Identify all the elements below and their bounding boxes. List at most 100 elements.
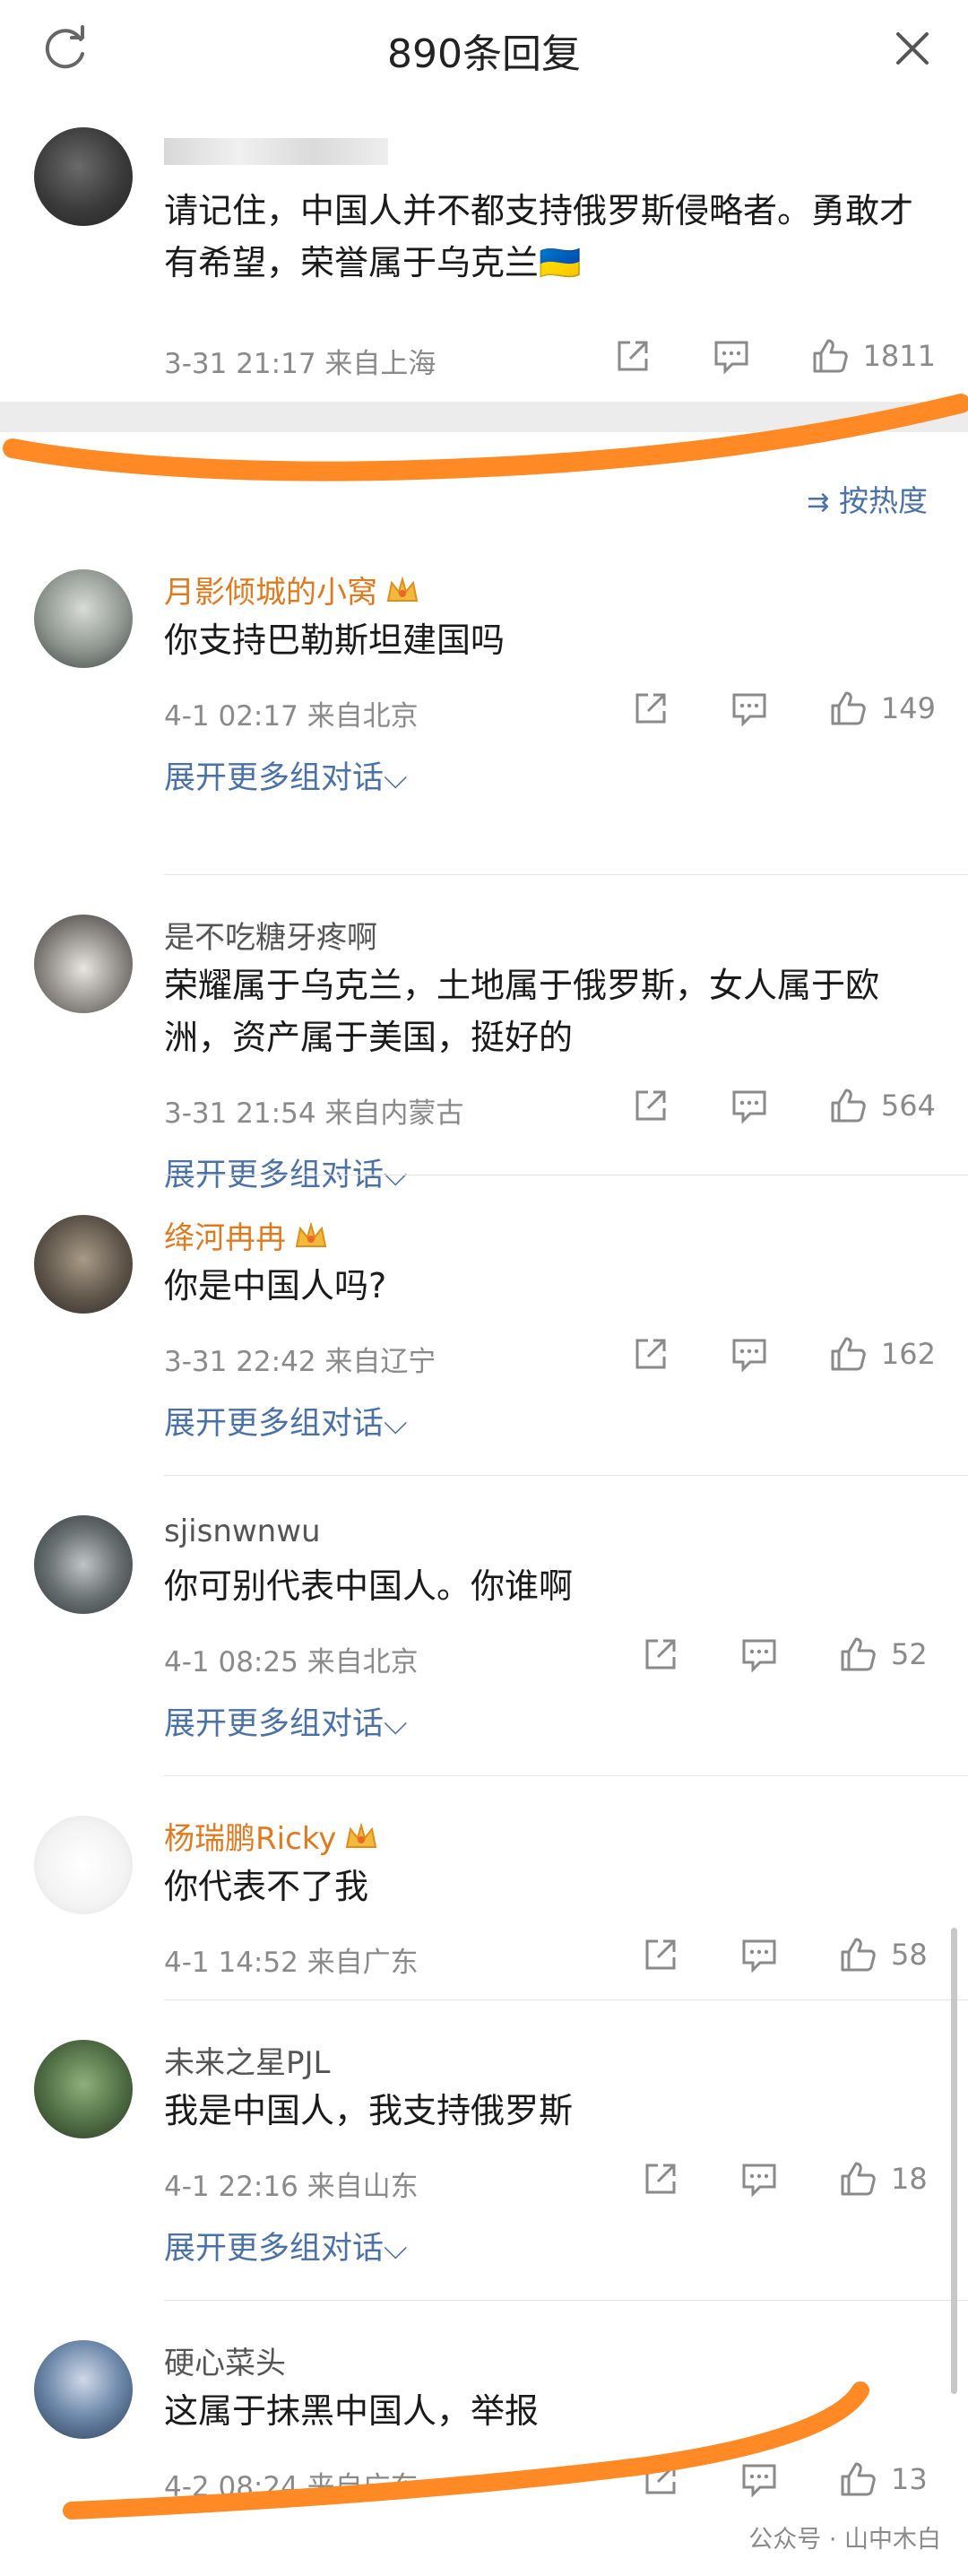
username-text: 月影倾城的小窝 bbox=[164, 575, 377, 611]
avatar[interactable] bbox=[34, 1215, 133, 1314]
share-icon[interactable] bbox=[630, 1333, 671, 1375]
comment-actions: 1811 bbox=[555, 335, 936, 377]
like-count: 1811 bbox=[862, 339, 936, 373]
reply-actions: 18 bbox=[583, 2158, 936, 2199]
like-count: 149 bbox=[880, 691, 936, 725]
reply-separator bbox=[164, 874, 968, 875]
reply-meta: 4-1 02:17 来自北京 bbox=[164, 700, 419, 733]
like-icon[interactable] bbox=[827, 1333, 869, 1375]
reply-separator bbox=[164, 1999, 968, 2000]
scrollbar[interactable] bbox=[951, 1928, 957, 2394]
section-divider bbox=[0, 402, 968, 432]
like-count: 52 bbox=[891, 1637, 928, 1671]
reply-meta: 3-31 21:54 来自内蒙古 bbox=[164, 1097, 464, 1130]
like-icon[interactable] bbox=[827, 688, 869, 729]
share-icon[interactable] bbox=[640, 1634, 681, 1675]
expand-more-link[interactable]: 展开更多组对话⌵ bbox=[164, 1698, 408, 1744]
comment-meta: 3-31 21:17 来自上海 bbox=[164, 348, 436, 380]
sort-icon: ⇉ bbox=[807, 487, 830, 518]
avatar[interactable] bbox=[34, 127, 133, 226]
reply-actions: 58 bbox=[583, 1934, 936, 1975]
share-icon[interactable] bbox=[640, 2459, 681, 2500]
reply-actions: 564 bbox=[573, 1085, 936, 1126]
comment-icon[interactable] bbox=[729, 1333, 770, 1375]
like-icon[interactable] bbox=[837, 2158, 878, 2199]
like-count: 58 bbox=[891, 1938, 928, 1972]
vip-crown-icon bbox=[295, 1221, 327, 1247]
reply-text: 这属于抹黑中国人，举报 bbox=[164, 2391, 540, 2431]
like-count: 162 bbox=[880, 1337, 936, 1371]
avatar[interactable] bbox=[34, 915, 133, 1013]
vip-crown-icon bbox=[346, 1822, 377, 1848]
sort-by-heat-button[interactable]: ⇉ 按热度 bbox=[807, 477, 928, 520]
like-icon[interactable] bbox=[809, 335, 851, 377]
reply-meta: 4-1 14:52 来自广东 bbox=[164, 1947, 419, 1979]
watermark: 公众号 · 山中木白 bbox=[748, 2526, 941, 2554]
reply-actions: 149 bbox=[573, 688, 936, 729]
comment-icon[interactable] bbox=[739, 1934, 780, 1975]
reply-username[interactable]: 月影倾城的小窝 bbox=[164, 568, 420, 611]
reply-username[interactable]: 杨瑞鹏Ricky bbox=[164, 1814, 379, 1858]
sort-label: 按热度 bbox=[839, 483, 928, 518]
comment-icon[interactable] bbox=[739, 1634, 780, 1675]
expand-more-link[interactable]: 展开更多组对话⌵ bbox=[164, 752, 408, 798]
like-icon[interactable] bbox=[827, 1085, 869, 1126]
username-text: sjisnwnwu bbox=[164, 1514, 321, 1549]
reply-username[interactable]: 硬心菜头 bbox=[164, 2338, 286, 2382]
like-count: 564 bbox=[880, 1089, 936, 1123]
comment-icon[interactable] bbox=[739, 2158, 780, 2199]
username-text: 未来之星PJL bbox=[164, 2045, 331, 2081]
avatar[interactable] bbox=[34, 1515, 133, 1614]
like-icon[interactable] bbox=[837, 1634, 878, 1675]
reply-meta: 4-1 22:16 来自山东 bbox=[164, 2171, 419, 2203]
blurred-username bbox=[164, 138, 388, 165]
reply-username[interactable]: 绛河冉冉 bbox=[164, 1213, 329, 1257]
share-icon[interactable] bbox=[640, 2158, 681, 2199]
reply-actions: 13 bbox=[583, 2459, 936, 2500]
reply-meta: 3-31 22:42 来自辽宁 bbox=[164, 1346, 436, 1378]
like-count: 18 bbox=[891, 2162, 928, 2196]
reply-separator bbox=[164, 1475, 968, 1476]
comment-icon[interactable] bbox=[711, 335, 752, 377]
like-icon[interactable] bbox=[837, 1934, 878, 1975]
reply-actions: 162 bbox=[573, 1333, 936, 1375]
expand-more-link[interactable]: 展开更多组对话⌵ bbox=[164, 2223, 408, 2268]
comment-icon[interactable] bbox=[729, 688, 770, 729]
reply-meta: 4-1 08:25 来自北京 bbox=[164, 1646, 419, 1678]
username-text: 杨瑞鹏Ricky bbox=[164, 1821, 337, 1857]
share-icon[interactable] bbox=[630, 1085, 671, 1126]
reply-text: 你是中国人吗? bbox=[164, 1266, 387, 1305]
avatar[interactable] bbox=[34, 2340, 133, 2439]
like-count: 13 bbox=[891, 2462, 928, 2496]
reply-text: 你代表不了我 bbox=[164, 1867, 369, 1906]
username-text: 是不吃糖牙疼啊 bbox=[164, 920, 377, 956]
reply-separator bbox=[164, 1775, 968, 1776]
reply-meta: 4-2 08:24 来自广东 bbox=[164, 2471, 419, 2503]
reply-text: 我是中国人，我支持俄罗斯 bbox=[164, 2091, 574, 2130]
expand-more-link[interactable]: 展开更多组对话⌵ bbox=[164, 1398, 408, 1444]
comment-icon[interactable] bbox=[739, 2459, 780, 2500]
share-icon[interactable] bbox=[612, 335, 653, 377]
header: 890条回复 bbox=[0, 0, 968, 107]
share-icon[interactable] bbox=[630, 688, 671, 729]
vip-crown-icon bbox=[386, 576, 419, 602]
avatar[interactable] bbox=[34, 2040, 133, 2138]
reply-username[interactable]: 是不吃糖牙疼啊 bbox=[164, 913, 377, 957]
username-text: 硬心菜头 bbox=[164, 2346, 286, 2381]
avatar[interactable] bbox=[34, 569, 133, 668]
reply-separator bbox=[164, 2300, 968, 2301]
avatar[interactable] bbox=[34, 1816, 133, 1914]
like-icon[interactable] bbox=[837, 2459, 878, 2500]
username-text: 绛河冉冉 bbox=[164, 1220, 286, 1256]
reply-username[interactable]: 未来之星PJL bbox=[164, 2038, 330, 2082]
share-icon[interactable] bbox=[640, 1934, 681, 1975]
reply-username[interactable]: sjisnwnwu bbox=[164, 1514, 321, 1549]
reply-text: 你可别代表中国人。你谁啊 bbox=[164, 1566, 574, 1606]
close-icon[interactable] bbox=[891, 27, 934, 70]
expand-more-link[interactable]: 展开更多组对话⌵ bbox=[164, 1149, 408, 1195]
reply-actions: 52 bbox=[583, 1634, 936, 1675]
reply-text: 你支持巴勒斯坦建国吗 bbox=[164, 620, 506, 660]
comment-text: 请记住，中国人并不都支持俄罗斯侵略者。勇敢才有希望，荣誉属于乌克兰🇺🇦 bbox=[164, 191, 914, 282]
page-title: 890条回复 bbox=[387, 31, 581, 77]
comment-icon[interactable] bbox=[729, 1085, 770, 1126]
